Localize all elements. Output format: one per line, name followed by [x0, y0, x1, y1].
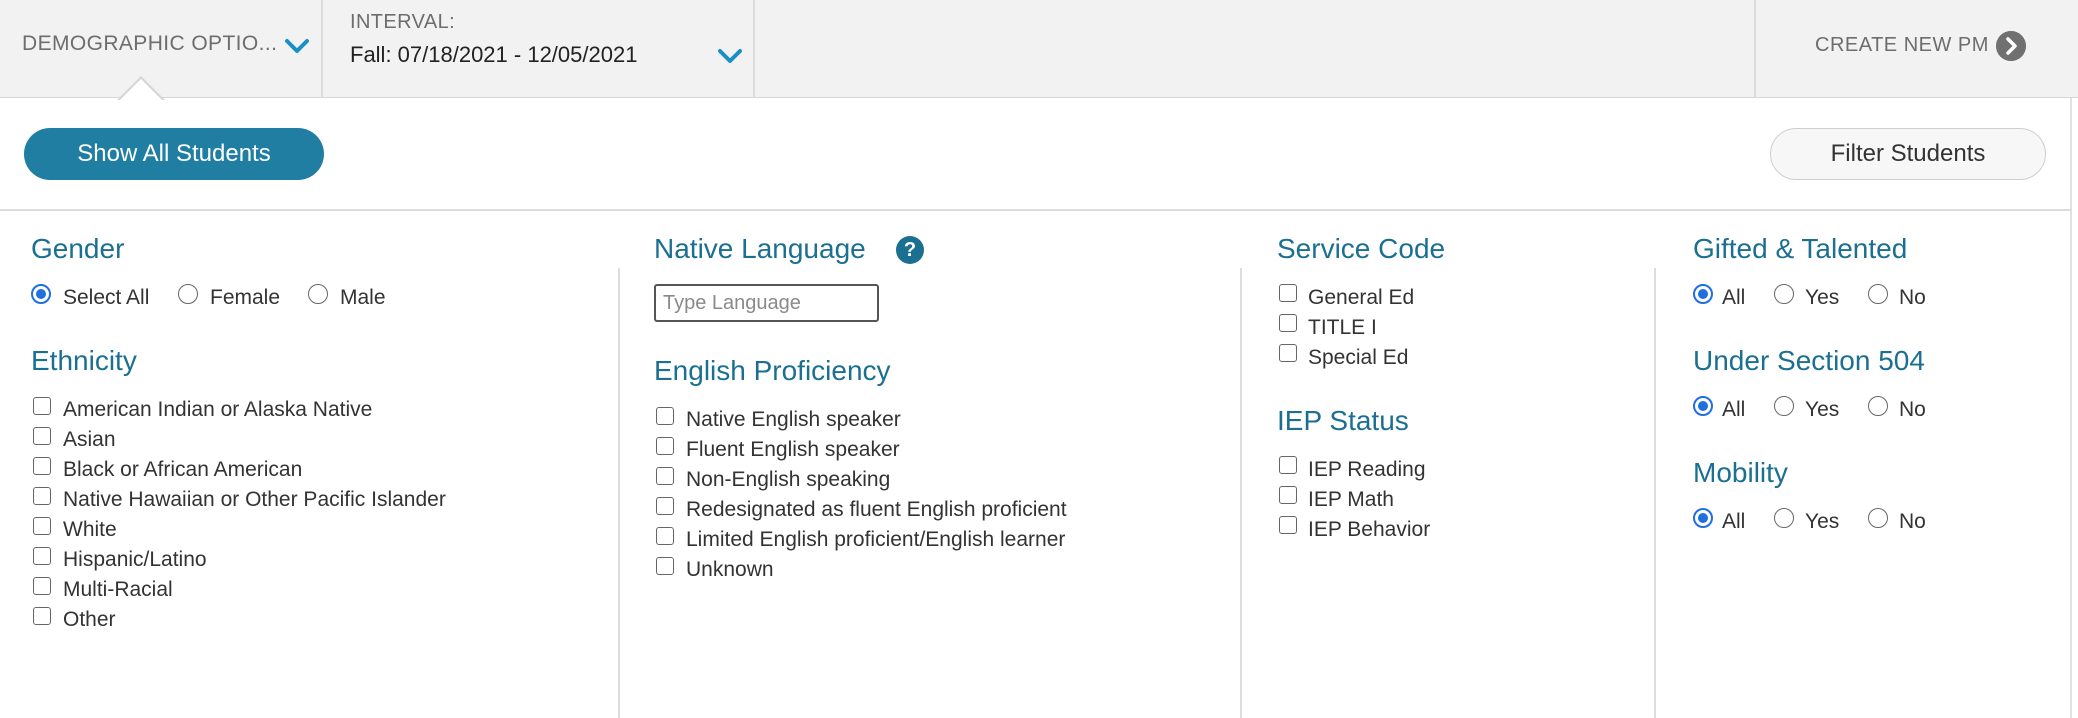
section-504-title: Under Section 504 — [1693, 345, 1925, 376]
ethnicity-option-label: Native Hawaiian or Other Pacific Islande… — [63, 488, 446, 511]
service-code-checkbox[interactable] — [1279, 344, 1297, 362]
mobility-option-label: All — [1722, 510, 1746, 533]
english-proficiency-option-label: Unknown — [686, 558, 774, 581]
chevron-down-icon[interactable] — [717, 48, 743, 64]
mobility-option-label: No — [1899, 510, 1926, 533]
section504-radio-no[interactable] — [1868, 396, 1888, 416]
english-proficiency-option-label: Redesignated as fluent English proficien… — [686, 498, 1067, 521]
ethnicity-title: Ethnicity — [31, 345, 137, 376]
interval-dropdown[interactable]: INTERVAL: Fall: 07/18/2021 - 12/05/2021 — [325, 0, 755, 98]
english-proficiency-checkbox[interactable] — [656, 527, 674, 545]
english-proficiency-checkbox[interactable] — [656, 467, 674, 485]
english-proficiency-option-label: Native English speaker — [686, 408, 901, 431]
ethnicity-option-label: Asian — [63, 428, 116, 451]
column-divider — [1240, 268, 1242, 718]
gifted-option-label: All — [1722, 286, 1746, 309]
chevron-down-icon[interactable] — [284, 38, 310, 54]
iep-status-option-label: IEP Behavior — [1308, 518, 1431, 541]
native-language-title: Native Language — [654, 233, 866, 264]
service-code-option-label: General Ed — [1308, 286, 1415, 309]
gifted-radio-yes[interactable] — [1774, 284, 1794, 304]
mobility-title: Mobility — [1693, 457, 1788, 488]
ethnicity-option-label: Multi-Racial — [63, 578, 173, 601]
ethnicity-option-label: Black or African American — [63, 458, 303, 481]
gender-radio-select-all[interactable] — [31, 284, 51, 304]
interval-value: Fall: 07/18/2021 - 12/05/2021 — [350, 42, 638, 67]
ethnicity-option-label: Hispanic/Latino — [63, 548, 207, 571]
english-proficiency-option-label: Limited English proficient/English learn… — [686, 528, 1066, 551]
english-proficiency-option-label: Fluent English speaker — [686, 438, 900, 461]
column-divider — [1654, 268, 1656, 718]
interval-label: INTERVAL: — [350, 11, 456, 33]
panel-border — [2070, 98, 2072, 718]
gender-option-label: Male — [340, 286, 386, 309]
create-new-pm-label: CREATE NEW PM — [1815, 34, 1989, 56]
demographic-options-label: DEMOGRAPHIC OPTIO... — [22, 32, 278, 55]
iep-status-checkbox[interactable] — [1279, 516, 1297, 534]
ethnicity-checkbox[interactable] — [33, 607, 51, 625]
top-bar: DEMOGRAPHIC OPTIO... INTERVAL: Fall: 07/… — [0, 0, 2078, 98]
service-code-checkbox[interactable] — [1279, 284, 1297, 302]
section504-option-label: Yes — [1805, 398, 1840, 421]
ethnicity-checkbox[interactable] — [33, 487, 51, 505]
iep-status-option-label: IEP Reading — [1308, 458, 1426, 481]
section504-radio-all[interactable] — [1693, 396, 1713, 416]
gifted-option-label: Yes — [1805, 286, 1840, 309]
english-proficiency-checkbox[interactable] — [656, 497, 674, 515]
ethnicity-checkbox[interactable] — [33, 517, 51, 535]
gifted-option-label: No — [1899, 286, 1926, 309]
gender-option-label: Female — [210, 286, 281, 309]
gender-title: Gender — [31, 233, 125, 264]
ethnicity-option-label: White — [63, 518, 117, 541]
service-code-checkbox[interactable] — [1279, 314, 1297, 332]
help-icon[interactable]: ? — [896, 236, 924, 264]
iep-status-checkbox[interactable] — [1279, 486, 1297, 504]
gifted-radio-all[interactable] — [1693, 284, 1713, 304]
gender-radio-female[interactable] — [178, 284, 198, 304]
dropdown-pointer-fill — [119, 79, 163, 101]
native-language-input[interactable] — [654, 284, 879, 322]
iep-status-option-label: IEP Math — [1308, 488, 1394, 511]
ethnicity-checkbox[interactable] — [33, 397, 51, 415]
english-proficiency-checkbox[interactable] — [656, 437, 674, 455]
english-proficiency-title: English Proficiency — [654, 355, 891, 386]
english-proficiency-option-label: Non-English speaking — [686, 468, 891, 491]
ethnicity-checkbox[interactable] — [33, 547, 51, 565]
service-code-option-label: Special Ed — [1308, 346, 1409, 369]
ethnicity-option-label: American Indian or Alaska Native — [63, 398, 373, 421]
english-proficiency-checkbox[interactable] — [656, 407, 674, 425]
filter-students-button[interactable]: Filter Students — [1770, 128, 2046, 180]
gender-radio-male[interactable] — [308, 284, 328, 304]
mobility-option-label: Yes — [1805, 510, 1840, 533]
ethnicity-checkbox[interactable] — [33, 577, 51, 595]
mobility-radio-no[interactable] — [1868, 508, 1888, 528]
gifted-talented-title: Gifted & Talented — [1693, 233, 1908, 264]
mobility-radio-all[interactable] — [1693, 508, 1713, 528]
iep-status-checkbox[interactable] — [1279, 456, 1297, 474]
english-proficiency-checkbox[interactable] — [656, 557, 674, 575]
service-code-title: Service Code — [1277, 233, 1446, 264]
iep-status-title: IEP Status — [1277, 405, 1409, 436]
chevron-right-circle-icon — [1996, 31, 2026, 61]
ethnicity-option-label: Other — [63, 608, 116, 631]
ethnicity-checkbox[interactable] — [33, 427, 51, 445]
section504-option-label: No — [1899, 398, 1926, 421]
column-divider — [618, 268, 620, 718]
gifted-radio-no[interactable] — [1868, 284, 1888, 304]
show-all-students-button[interactable]: Show All Students — [24, 128, 324, 180]
create-new-pm-button[interactable]: CREATE NEW PM — [1754, 0, 2078, 98]
mobility-radio-yes[interactable] — [1774, 508, 1794, 528]
gender-option-label: Select All — [63, 286, 150, 309]
service-code-option-label: TITLE I — [1308, 316, 1377, 339]
section504-radio-yes[interactable] — [1774, 396, 1794, 416]
section504-option-label: All — [1722, 398, 1746, 421]
ethnicity-checkbox[interactable] — [33, 457, 51, 475]
divider — [0, 209, 2072, 211]
